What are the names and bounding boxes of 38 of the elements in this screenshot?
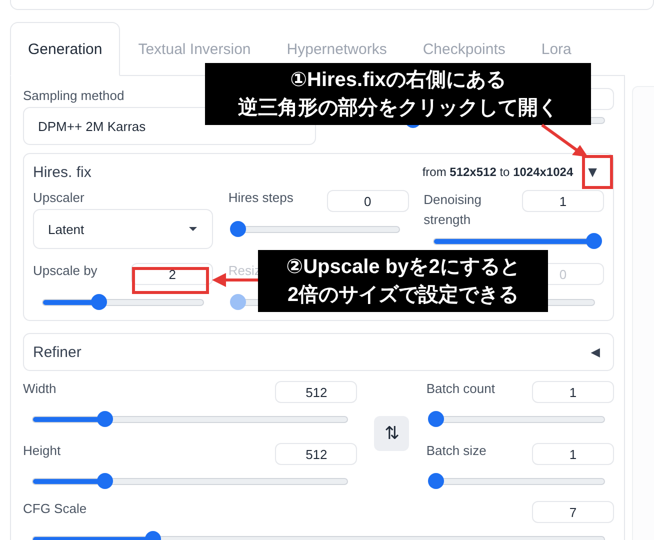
slider-label: Denoising strength [424,191,482,229]
caret-icon [188,226,198,232]
slider-thumb[interactable] [230,220,246,236]
highlight-frame [582,155,613,189]
upscaler-dropdown[interactable]: Latent [33,209,214,249]
slider-label: Upscale by [33,263,98,278]
number-field[interactable]: 2 [131,263,214,285]
section-title: Refiner [33,344,82,360]
number-field[interactable]: 1 [522,190,604,212]
annotation-tooltip: ②Upscale byを2にすると 2倍のサイズで設定できる [258,250,548,312]
section-title: Hires. fix [33,164,92,180]
number-field[interactable]: 512 [275,381,358,403]
slider-thumb[interactable] [97,410,114,426]
number-field[interactable]: 0 [326,190,409,212]
slider-label: CFG Scale [23,501,87,516]
slider-label: Hires steps [228,190,294,205]
field-label: Upscaler [33,190,86,205]
tab[interactable]: Generation [10,22,120,76]
swap-button[interactable]: ⇅ [374,416,410,450]
slider-thumb[interactable] [428,410,444,426]
slider-label: Height [23,443,61,458]
expand-toggle[interactable]: ▼ [581,164,604,180]
number-field[interactable]: 1 [532,381,614,403]
number-field[interactable]: 512 [275,443,358,465]
slider-label: Batch count [426,381,495,396]
expand-toggle[interactable]: ◀ [586,345,604,359]
slider-label: Width [23,381,56,396]
slider-label: Batch size [426,443,486,458]
pointer-arrow [540,123,590,159]
number-field[interactable]: 7 [532,501,614,523]
annotation-tooltip: ①Hires.fixの右側にある 逆三角形の部分をクリックして開く [205,63,591,125]
slider-thumb[interactable] [428,472,444,488]
field-label: Sampling method [23,88,126,103]
slider-thumb[interactable] [97,472,114,488]
resolution-summary: from 512x512 to 1024x1024 [422,165,574,179]
slider-thumb[interactable] [586,232,602,248]
number-field[interactable]: 1 [532,443,614,465]
slider-thumb[interactable] [91,294,108,310]
